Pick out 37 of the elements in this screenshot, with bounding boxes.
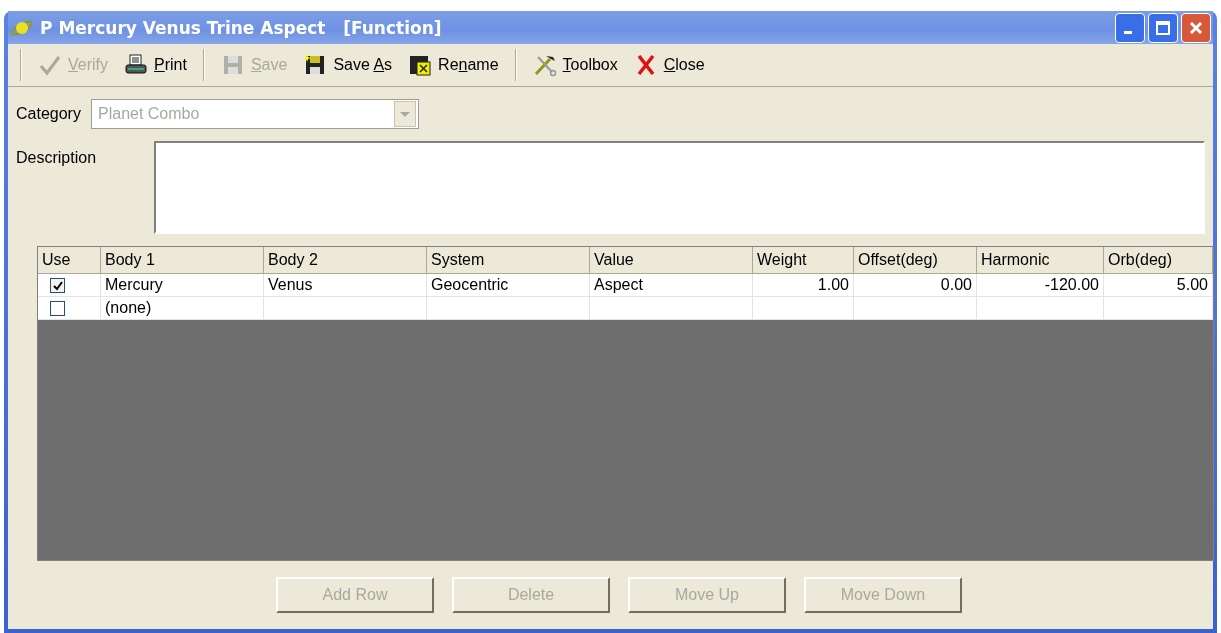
toolbar-button[interactable]: Save As	[297, 51, 399, 79]
window-title: P Mercury Venus Trine Aspect [Function]	[40, 17, 442, 38]
column-header[interactable]: Body 2	[263, 247, 427, 274]
column-header[interactable]: Harmonic	[976, 247, 1104, 274]
column-header[interactable]: System	[426, 247, 590, 274]
description-field[interactable]	[153, 141, 1205, 234]
table-cell: Mercury	[105, 276, 163, 293]
minimize-button[interactable]	[1115, 12, 1145, 43]
printer-icon	[124, 53, 149, 77]
table-cell: 1.00	[817, 276, 849, 293]
toolbar-button[interactable]: Rename	[402, 51, 505, 79]
checkmark-icon	[38, 53, 62, 77]
table-cell: -120.00	[1044, 276, 1099, 293]
column-header[interactable]: Body 1	[100, 247, 264, 274]
category-label: Category	[16, 105, 82, 123]
column-header[interactable]: Offset(deg)	[853, 247, 977, 274]
tools-icon	[532, 53, 557, 77]
table-cell: 0.00	[940, 276, 972, 293]
toolbar-button[interactable]: Toolbox	[526, 51, 624, 79]
checkbox[interactable]	[50, 278, 65, 294]
description-label: Description	[16, 148, 98, 168]
table-cell: Aspect	[594, 276, 643, 293]
maximize-button[interactable]	[1148, 12, 1178, 43]
close-button[interactable]	[1181, 12, 1211, 43]
checkbox[interactable]	[50, 301, 65, 317]
column-header[interactable]: Orb(deg)	[1103, 247, 1213, 274]
table-cell: 5.00	[1176, 276, 1208, 293]
column-header[interactable]: Value	[589, 247, 753, 274]
column-header[interactable]: Weight	[752, 247, 854, 274]
toolbar-button[interactable]: Close	[627, 51, 711, 79]
minimize-icon	[1124, 31, 1132, 34]
table-cell: (none)	[105, 299, 152, 316]
floppy-disk-icon	[408, 53, 433, 77]
table-cell: Geocentric	[431, 276, 509, 293]
toolbar-button[interactable]: Print	[118, 51, 193, 79]
column-header[interactable]: Use	[38, 247, 101, 274]
table-cell: Venus	[268, 276, 313, 293]
